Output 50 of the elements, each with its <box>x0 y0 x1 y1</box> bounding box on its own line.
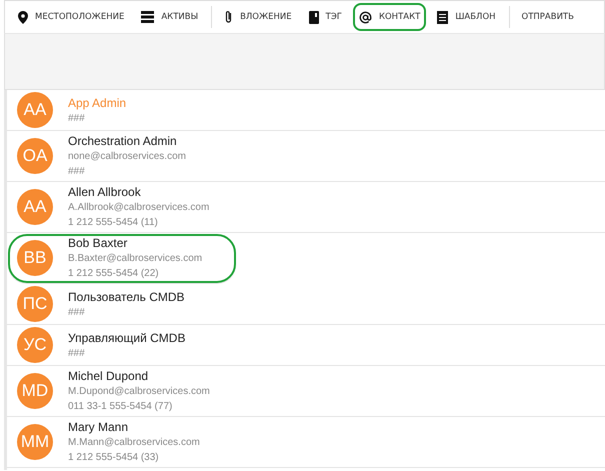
contact-detail: none@calbroservices.com <box>68 150 186 164</box>
avatar: OA <box>17 138 53 174</box>
toolbar-button[interactable]: АКТИВЫ <box>135 3 204 31</box>
document-icon <box>437 10 448 24</box>
at-sign-icon <box>358 10 372 24</box>
toolbar-button[interactable]: КОНТАКТ <box>352 3 426 31</box>
contact-row[interactable]: OA Orchestration Admin none@calbroservices.com ### <box>7 131 605 182</box>
contact-row[interactable]: MM Mary Mann M.Mann@calbroservices.com 1 212 555-5454 (33) <box>7 417 605 468</box>
contact-row[interactable]: AA App Admin ### <box>7 90 605 131</box>
contact-name: Пользователь CMDB <box>68 288 185 304</box>
contact-detail: 011 33-1 555-5454 (77) <box>68 400 174 414</box>
contact-detail: 1 212 555-5454 (11) <box>68 216 159 230</box>
contact-detail: 1 212 555-5454 (33) <box>68 451 160 465</box>
toolbar-button[interactable]: ВЛОЖЕНИЕ <box>218 3 298 31</box>
contact-row[interactable]: УС Управляющий CMDB ### <box>7 325 605 366</box>
paperclip-icon <box>224 10 234 24</box>
contact-detail: ### <box>68 346 86 360</box>
server-icon <box>141 11 154 23</box>
contact-name: Orchestration Admin <box>68 133 178 149</box>
contact-detail: M.Mann@calbroservices.com <box>68 436 200 450</box>
toolbar-button[interactable]: ОТПРАВИТЬ <box>516 3 580 31</box>
contact-row[interactable]: BB Bob Baxter B.Baxter@calbroservices.com 1 212 555-5454 (22) <box>7 233 237 284</box>
contact-row[interactable]: MD Michel Dupond M.Dupond@calbroservices.com 011 33-1 555-5454 (77) <box>7 366 605 417</box>
contact-detail: M.Dupond@calbroservices.com <box>68 385 210 399</box>
book-icon <box>308 10 319 24</box>
toolbar-button[interactable]: ШАБЛОН <box>431 3 502 31</box>
avatar: MM <box>17 424 53 460</box>
contact-detail: B.Baxter@calbroservices.com <box>68 252 202 266</box>
avatar: ПС <box>17 286 53 322</box>
contact-detail: ### <box>68 112 86 126</box>
location-pin-icon <box>18 10 28 24</box>
contact-row[interactable]: ПС Пользователь CMDB ### <box>7 284 605 325</box>
avatar: MD <box>17 373 53 409</box>
contact-name: Bob Baxter <box>68 235 128 251</box>
contact-detail: ### <box>68 165 86 179</box>
contact-detail: 1 212 555-5454 (22) <box>68 267 160 281</box>
toolbar-button[interactable]: ТЭГ <box>302 3 348 31</box>
contact-name: Allen Allbrook <box>68 184 142 200</box>
contact-detail: A.Allbrook@calbroservices.com <box>68 201 210 215</box>
contact-detail: ### <box>68 306 86 320</box>
avatar: AA <box>17 189 53 225</box>
contact-name: App Admin <box>68 94 126 110</box>
avatar: AA <box>17 92 53 128</box>
avatar: BB <box>17 240 53 276</box>
contact-row[interactable]: AA Allen Allbrook A.Allbrook@calbroservices.com 1 212 555-5454 (11) <box>7 182 605 233</box>
contact-name: Michel Dupond <box>68 368 150 384</box>
toolbar-button[interactable]: МЕСТОПОЛОЖЕНИЕ <box>12 3 130 31</box>
contact-name: Управляющий CMDB <box>68 330 186 346</box>
avatar: УС <box>17 327 53 363</box>
contact-name: Mary Mann <box>68 419 130 435</box>
